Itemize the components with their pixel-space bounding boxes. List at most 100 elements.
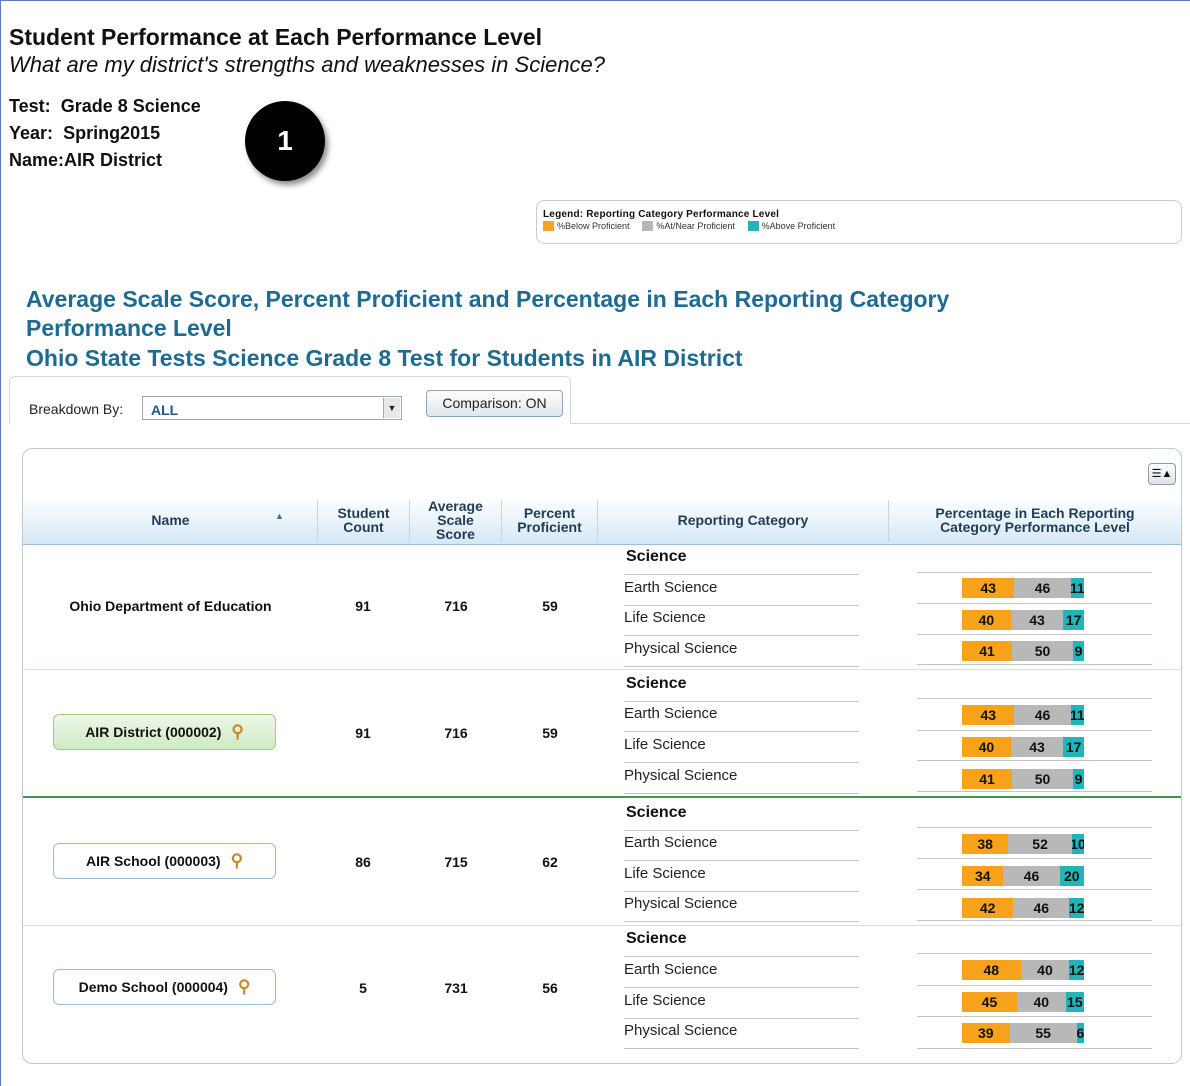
category-divider: [624, 860, 859, 861]
bar-divider: [917, 698, 1152, 699]
average-scale-score: 716: [444, 598, 468, 614]
category-divider: [624, 666, 859, 667]
year-info: Year: Spring2015: [9, 123, 160, 144]
percent-proficient: 62: [542, 854, 558, 870]
legend-label-near: %At/Near Proficient: [656, 221, 735, 231]
header-student-count-line1: Student: [337, 505, 390, 521]
category-earth-science: Earth Science: [624, 705, 718, 722]
callout-badge-1: 1: [245, 101, 325, 181]
header-name[interactable]: Name: [24, 496, 317, 544]
category-divider: [624, 731, 859, 732]
segment-near-proficient: 55: [1009, 1023, 1077, 1043]
header-student-count-line2: Count: [343, 519, 384, 535]
average-scale-score: 731: [444, 980, 468, 996]
segment-near-proficient: 50: [1012, 769, 1074, 789]
category-physical-science: Physical Science: [624, 767, 738, 784]
segment-below-proficient: 38: [962, 834, 1009, 854]
breakdown-value: ALL: [151, 402, 179, 418]
category-physical-science: Physical Science: [624, 640, 738, 657]
header-percentage-levels[interactable]: Percentage in Each Reporting Category Pe…: [889, 496, 1181, 544]
subject-heading: Science: [626, 548, 687, 565]
header-pp-line2: Proficient: [517, 519, 582, 535]
level-bar: 42 46 12: [962, 898, 1084, 918]
legend-label-above: %Above Proficient: [761, 221, 836, 231]
legend-item-above: %Above Proficient: [747, 221, 836, 231]
legend-swatch-below: [543, 221, 554, 231]
category-divider: [624, 830, 859, 831]
level-bar: 38 52 10: [962, 834, 1084, 854]
level-bar: 45 40 15: [962, 992, 1084, 1012]
test-value: Grade 8 Science: [60, 96, 201, 116]
legend-title: Legend: Reporting Category Performance L…: [543, 209, 780, 220]
magnifier-icon[interactable]: ⚲: [238, 977, 250, 997]
report-title-line1: Average Scale Score, Percent Proficient …: [26, 286, 950, 312]
segment-above-proficient: 20: [1059, 866, 1084, 886]
bar-divider: [917, 664, 1152, 665]
segment-near-proficient: 46: [1014, 705, 1071, 725]
row-divider: [23, 796, 1181, 798]
header-average-scale-score[interactable]: Average Scale Score: [410, 496, 501, 544]
column-options-button[interactable]: ☰▲: [1148, 463, 1176, 485]
segment-near-proficient: 52: [1008, 834, 1072, 854]
org-button-air-school[interactable]: AIR School (000003) ⚲: [53, 843, 276, 879]
category-divider: [624, 891, 859, 892]
dropdown-arrow-icon[interactable]: ▼: [383, 398, 400, 418]
comparison-toggle-button[interactable]: Comparison: ON: [426, 390, 563, 417]
bar-divider: [917, 1016, 1152, 1017]
segment-below-proficient: 40: [962, 610, 1011, 630]
category-divider: [624, 956, 859, 957]
magnifier-icon[interactable]: ⚲: [231, 722, 243, 742]
category-divider: [624, 605, 859, 606]
segment-below-proficient: 41: [962, 641, 1013, 661]
subject-heading: Science: [626, 804, 687, 821]
segment-below-proficient: 45: [962, 992, 1017, 1012]
legend-item-below: %Below Proficient: [543, 221, 630, 231]
bar-divider: [917, 572, 1152, 573]
header-pp-line1: Percent: [523, 505, 576, 521]
org-name-ohio-department: Ohio Department of Education: [69, 598, 272, 614]
magnifier-icon[interactable]: ⚲: [231, 851, 243, 871]
header-reporting-category[interactable]: Reporting Category: [598, 496, 888, 544]
header-student-count[interactable]: Student Count: [318, 496, 409, 544]
header-avg-line3: Score: [436, 526, 475, 542]
category-physical-science: Physical Science: [624, 895, 738, 912]
average-scale-score: 715: [444, 854, 468, 870]
org-button-demo-school[interactable]: Demo School (000004) ⚲: [53, 969, 276, 1005]
level-bar: 41 50 9: [962, 641, 1084, 661]
category-life-science: Life Science: [624, 992, 706, 1009]
year-label: Year:: [9, 123, 54, 143]
level-bar: 40 43 17: [962, 737, 1084, 757]
segment-near-proficient: 46: [1014, 578, 1071, 598]
legend-label-below: %Below Proficient: [557, 221, 630, 231]
name-label: Name:: [9, 150, 65, 170]
bar-divider: [917, 920, 1152, 921]
level-bar: 40 43 17: [962, 610, 1084, 630]
segment-above-proficient: 11: [1070, 705, 1084, 725]
segment-above-proficient: 6: [1076, 1023, 1084, 1043]
segment-near-proficient: 43: [1010, 737, 1064, 757]
name-info: Name:AIR District: [9, 150, 162, 171]
header-pct-line2: Category Performance Level: [940, 519, 1130, 535]
student-count: 91: [355, 725, 371, 741]
segment-above-proficient: 17: [1063, 610, 1084, 630]
org-button-label: Demo School (000004): [78, 979, 228, 995]
segment-above-proficient: 9: [1073, 769, 1084, 789]
category-divider: [624, 762, 859, 763]
header-percent-proficient[interactable]: Percent Proficient: [502, 496, 597, 544]
org-button-label: AIR District (000002): [85, 724, 222, 740]
subject-heading: Science: [626, 930, 687, 947]
test-label: Test:: [9, 96, 51, 116]
report-title-line3: Ohio State Tests Science Grade 8 Test fo…: [26, 345, 743, 371]
segment-below-proficient: 39: [962, 1023, 1010, 1043]
breakdown-select[interactable]: ALL ▼: [142, 396, 402, 420]
row-divider: [23, 669, 1181, 670]
org-button-air-district[interactable]: AIR District (000002) ⚲: [53, 714, 276, 750]
sort-ascending-icon[interactable]: ▲: [275, 511, 284, 521]
level-bar: 39 55 6: [962, 1023, 1084, 1043]
category-divider: [624, 793, 859, 794]
subject-heading: Science: [626, 675, 687, 692]
category-divider: [624, 987, 859, 988]
bar-divider: [917, 730, 1152, 731]
category-earth-science: Earth Science: [624, 961, 718, 978]
category-divider: [624, 1048, 859, 1049]
